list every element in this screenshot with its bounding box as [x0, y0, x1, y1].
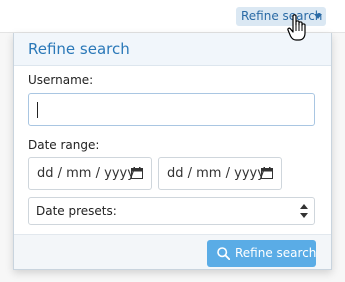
- select-arrows-icon: [300, 204, 308, 218]
- submit-label: Refine search: [235, 246, 317, 260]
- hand-pointer-cursor-icon: [287, 14, 306, 41]
- end-date-value: dd / mm / yyyy: [167, 166, 265, 181]
- username-input[interactable]: [28, 93, 315, 126]
- refine-search-menu: Refine search Username: Date range: dd /…: [13, 33, 332, 270]
- username-label: Username:: [28, 73, 94, 87]
- caret-down-icon: [314, 14, 322, 19]
- refine-search-trigger[interactable]: Refine search: [236, 7, 326, 26]
- date-presets-value: Date presets:: [36, 204, 117, 218]
- start-date-input[interactable]: dd / mm / yyyy: [28, 157, 152, 190]
- calendar-icon[interactable]: [131, 167, 143, 179]
- background-right: [330, 33, 345, 282]
- text-cursor: [37, 102, 38, 118]
- background-bottom: [0, 270, 345, 282]
- search-icon: [217, 247, 230, 260]
- menu-footer: Refine search: [14, 234, 331, 269]
- calendar-icon[interactable]: [261, 167, 273, 179]
- refine-search-submit-button[interactable]: Refine search: [207, 240, 316, 267]
- start-date-value: dd / mm / yyyy: [37, 166, 135, 181]
- date-presets-select[interactable]: Date presets:: [28, 197, 315, 225]
- menu-title: Refine search: [14, 33, 331, 66]
- end-date-input[interactable]: dd / mm / yyyy: [158, 157, 282, 190]
- refine-search-trigger-label: Refine search: [241, 9, 323, 23]
- date-range-label: Date range:: [28, 138, 100, 152]
